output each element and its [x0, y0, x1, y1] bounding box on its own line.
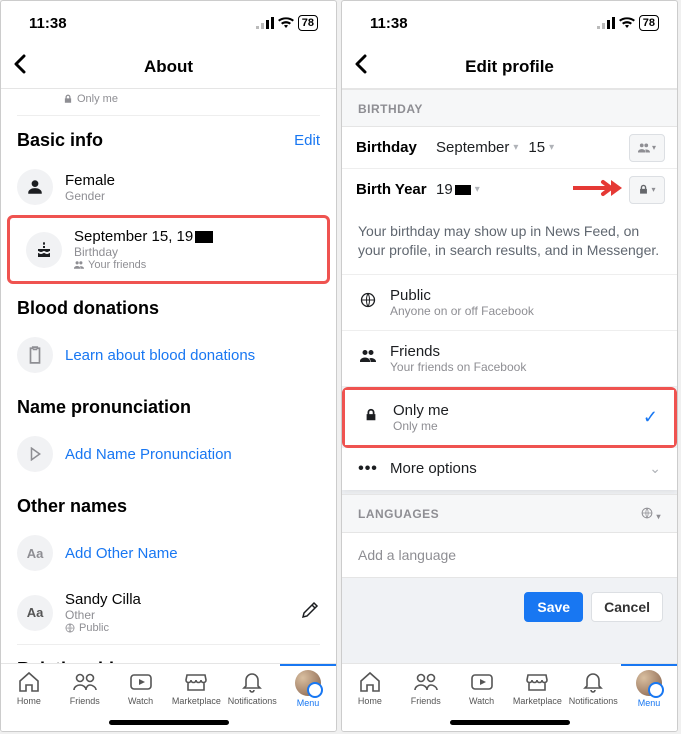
birthyear-select[interactable]: 19	[436, 181, 471, 198]
birthyear-privacy-button[interactable]: ▾	[629, 176, 665, 204]
tab-friends[interactable]: Friends	[57, 670, 113, 706]
lock-icon	[361, 408, 381, 427]
aa-icon: Aa	[17, 595, 53, 631]
status-time: 11:38	[370, 15, 408, 32]
privacy-option-public[interactable]: Public Anyone on or off Facebook	[342, 275, 677, 331]
edit-pencil-icon[interactable]	[300, 600, 320, 625]
tab-watch[interactable]: Watch	[454, 670, 510, 706]
tab-bar: Home Friends Watch Marketplace Notificat…	[342, 663, 677, 731]
more-icon: •••	[358, 460, 378, 478]
lock-icon	[638, 184, 649, 195]
pronounce-link-row[interactable]: Add Name Pronunciation	[1, 426, 336, 482]
birthyear-field-label: Birth Year	[356, 181, 436, 198]
avatar	[295, 670, 321, 696]
chevron-down-icon: ▾	[513, 142, 518, 153]
cellular-icon	[256, 17, 274, 29]
cellular-icon	[597, 17, 615, 29]
other-name-item[interactable]: Aa Sandy Cilla Other Public	[1, 581, 336, 644]
home-indicator[interactable]	[450, 720, 570, 725]
globe-icon	[358, 292, 378, 313]
basic-info-heading: Basic info	[17, 130, 103, 151]
back-icon[interactable]	[13, 54, 26, 80]
annotation-arrow	[573, 178, 623, 202]
birthday-audience: Your friends	[74, 259, 213, 271]
pronounce-link-text: Add Name Pronunciation	[65, 446, 232, 463]
tab-menu[interactable]: Menu	[621, 670, 677, 708]
back-icon[interactable]	[354, 54, 367, 80]
tab-home[interactable]: Home	[1, 670, 57, 706]
birthday-privacy-button[interactable]: ▾	[629, 134, 665, 162]
chevron-down-icon: ▾	[475, 184, 480, 195]
other-names-heading: Other names	[1, 482, 336, 525]
birthday-section-header: BIRTHDAY	[342, 89, 677, 127]
cancel-button[interactable]: Cancel	[591, 592, 663, 622]
tab-notifications[interactable]: Notifications	[224, 670, 280, 706]
title-bar: About	[1, 45, 336, 89]
tab-friends[interactable]: Friends	[398, 670, 454, 706]
birthday-field-row: Birthday September ▾ 15 ▾ ▾	[342, 127, 677, 169]
birthday-day-select[interactable]: 15	[528, 139, 545, 156]
birthday-month-select[interactable]: September	[436, 139, 509, 156]
gender-value: Female	[65, 172, 115, 189]
tab-marketplace[interactable]: Marketplace	[168, 670, 224, 706]
add-other-name-text: Add Other Name	[65, 545, 178, 562]
friends-icon	[358, 348, 378, 369]
birthday-note: Your birthday may show up in News Feed, …	[342, 210, 677, 275]
languages-section-header: LANGUAGES ▾	[342, 494, 677, 533]
other-name-audience: Public	[65, 622, 141, 634]
friends-icon	[638, 142, 650, 154]
gender-row[interactable]: Female Gender	[1, 159, 336, 215]
page-title: About	[144, 57, 193, 77]
tab-menu[interactable]: Menu	[280, 670, 336, 708]
birthyear-field-row: Birth Year 19 ▾ ▾	[342, 169, 677, 210]
chevron-down-icon: ⌄	[649, 460, 661, 477]
wifi-icon	[278, 17, 294, 29]
privacy-option-more[interactable]: ••• More options ⌄	[342, 448, 677, 490]
tab-marketplace[interactable]: Marketplace	[509, 670, 565, 706]
birthday-value: September 15, 19	[74, 228, 213, 245]
privacy-option-only-me[interactable]: Only me Only me ✓	[345, 390, 674, 445]
tab-home[interactable]: Home	[342, 670, 398, 706]
birthday-field-label: Birthday	[356, 139, 436, 156]
battery-icon: 78	[639, 15, 659, 31]
page-title: Edit profile	[465, 57, 554, 77]
tab-notifications[interactable]: Notifications	[565, 670, 621, 706]
title-bar: Edit profile	[342, 45, 677, 89]
gender-label: Gender	[65, 189, 115, 203]
blood-link-text: Learn about blood donations	[65, 347, 255, 364]
chevron-down-icon: ▾	[549, 142, 554, 153]
blood-link-row[interactable]: Learn about blood donations	[1, 327, 336, 383]
other-name-type: Other	[65, 608, 141, 622]
clipboard-icon	[17, 337, 53, 373]
add-language-input[interactable]: Add a language	[342, 533, 677, 578]
play-icon	[17, 436, 53, 472]
pronounce-heading: Name pronunciation	[1, 383, 336, 426]
avatar	[636, 670, 662, 696]
aa-icon: Aa	[17, 535, 53, 571]
save-button[interactable]: Save	[524, 592, 583, 622]
about-screen: 11:38 78 About Only me Basic info Edit F…	[0, 0, 337, 732]
only-me-hint: Only me	[1, 89, 336, 115]
other-name-value: Sandy Cilla	[65, 591, 141, 608]
battery-icon: 78	[298, 15, 318, 31]
privacy-option-friends[interactable]: Friends Your friends on Facebook	[342, 331, 677, 387]
edit-profile-screen: 11:38 78 Edit profile BIRTHDAY Birthday …	[341, 0, 678, 732]
person-icon	[17, 169, 53, 205]
globe-icon	[641, 507, 653, 519]
birthday-label: Birthday	[74, 245, 213, 259]
add-other-name-row[interactable]: Aa Add Other Name	[1, 525, 336, 581]
check-icon: ✓	[643, 407, 658, 428]
tab-bar: Home Friends Watch Marketplace Notificat…	[1, 663, 336, 731]
status-time: 11:38	[29, 15, 67, 32]
language-privacy-button[interactable]: ▾	[641, 507, 661, 522]
basic-info-edit-link[interactable]: Edit	[294, 132, 320, 149]
status-bar: 11:38 78	[342, 1, 677, 45]
status-bar: 11:38 78	[1, 1, 336, 45]
home-indicator[interactable]	[109, 720, 229, 725]
blood-heading: Blood donations	[1, 284, 336, 327]
cake-icon	[26, 232, 62, 268]
wifi-icon	[619, 17, 635, 29]
birthday-row[interactable]: September 15, 19 Birthday Your friends	[10, 218, 327, 281]
tab-watch[interactable]: Watch	[113, 670, 169, 706]
